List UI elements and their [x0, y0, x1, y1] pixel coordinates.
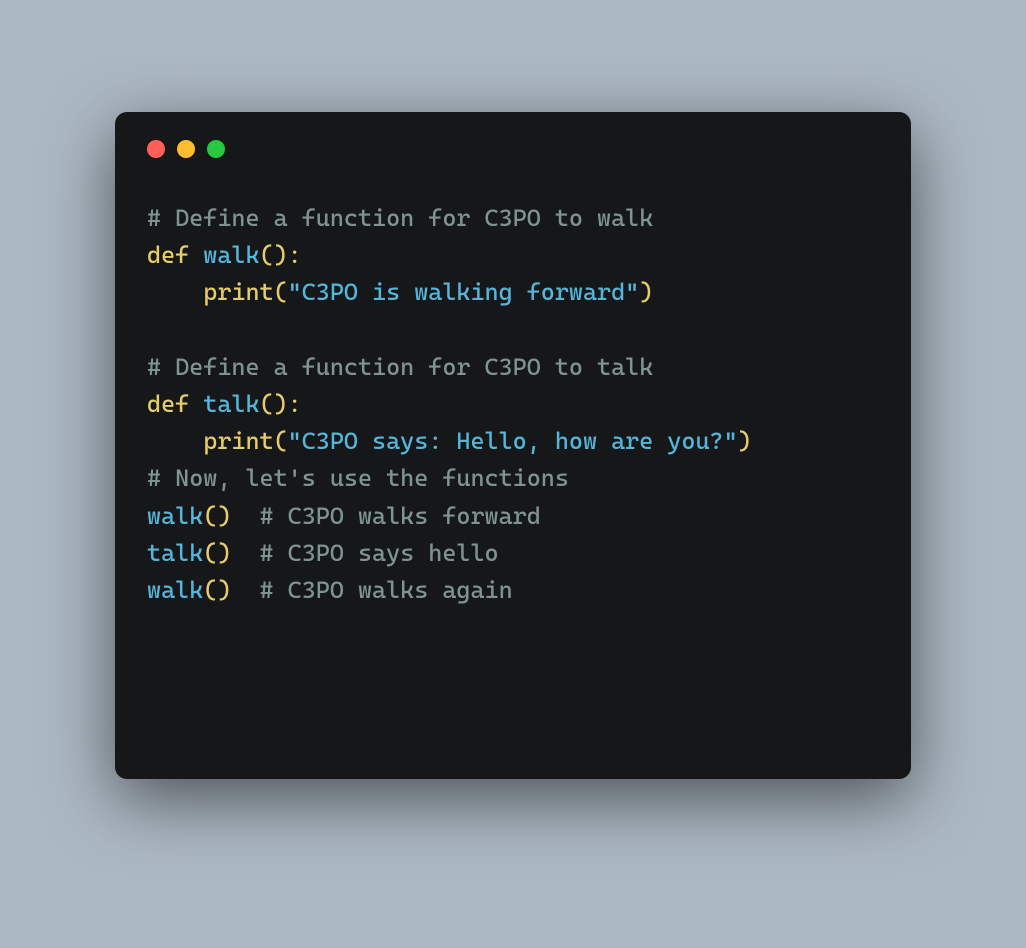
code-line: print("C3PO says: Hello, how are you?")	[147, 423, 879, 460]
code-line: # Define a function for C3PO to walk	[147, 200, 879, 237]
code-token-comment: # C3PO walks again	[260, 576, 513, 604]
code-token-paren: )	[738, 427, 752, 455]
code-token-string: "C3PO is walking forward"	[288, 278, 640, 306]
code-token-keyword: print	[203, 427, 273, 455]
code-line: print("C3PO is walking forward")	[147, 274, 879, 311]
code-token-func: talk	[147, 539, 203, 567]
code-token-paren: ()	[203, 502, 231, 530]
code-token-func: walk	[147, 576, 203, 604]
code-token-paren: ():	[260, 241, 302, 269]
code-token-default	[231, 539, 259, 567]
code-token-default	[189, 241, 203, 269]
code-token-comment: # Define a function for C3PO to talk	[147, 353, 653, 381]
code-line: def talk():	[147, 386, 879, 423]
close-icon[interactable]	[147, 140, 165, 158]
code-token-comment: # C3PO says hello	[260, 539, 499, 567]
code-token-comment: # C3PO walks forward	[260, 502, 541, 530]
code-token-paren: (	[274, 278, 288, 306]
code-token-func: talk	[203, 390, 259, 418]
code-token-default	[231, 502, 259, 530]
code-line	[147, 312, 879, 349]
code-token-keyword: def	[147, 241, 189, 269]
code-token-paren: ()	[203, 576, 231, 604]
code-block: # Define a function for C3PO to walk def …	[147, 200, 879, 609]
code-line: walk() # C3PO walks again	[147, 572, 879, 609]
code-token-paren: ():	[260, 390, 302, 418]
minimize-icon[interactable]	[177, 140, 195, 158]
code-token-func: walk	[203, 241, 259, 269]
code-line: def walk():	[147, 237, 879, 274]
code-token-func: walk	[147, 502, 203, 530]
code-line: walk() # C3PO walks forward	[147, 498, 879, 535]
code-line: talk() # C3PO says hello	[147, 535, 879, 572]
code-token-keyword: print	[203, 278, 273, 306]
traffic-lights	[147, 140, 879, 158]
code-window: # Define a function for C3PO to walk def …	[115, 112, 911, 779]
code-line: # Now, let's use the functions	[147, 460, 879, 497]
code-token-comment: # Now, let's use the functions	[147, 464, 569, 492]
code-token-comment: # Define a function for C3PO to walk	[147, 204, 653, 232]
code-token-paren: (	[274, 427, 288, 455]
code-token-default	[231, 576, 259, 604]
code-token-default	[147, 278, 203, 306]
code-line: # Define a function for C3PO to talk	[147, 349, 879, 386]
code-token-default	[189, 390, 203, 418]
code-token-paren: )	[639, 278, 653, 306]
code-token-default	[147, 427, 203, 455]
code-token-keyword: def	[147, 390, 189, 418]
maximize-icon[interactable]	[207, 140, 225, 158]
code-token-paren: ()	[203, 539, 231, 567]
code-token-string: "C3PO says: Hello, how are you?"	[288, 427, 738, 455]
